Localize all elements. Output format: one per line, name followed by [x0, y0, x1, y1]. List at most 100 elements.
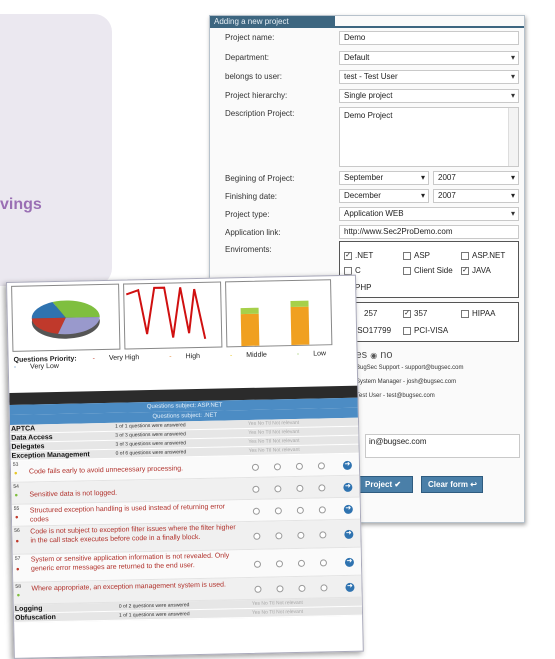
- answer-no-radio[interactable]: [274, 507, 282, 515]
- answer-not-relevant-radio[interactable]: [319, 531, 327, 539]
- answer-no-radio[interactable]: [274, 485, 282, 493]
- standard-label: ISO17799: [355, 326, 392, 335]
- answer-no-radio[interactable]: [273, 463, 282, 471]
- env-label: C: [355, 266, 361, 275]
- label-project-hierarchy: Project hierarchy:: [225, 91, 288, 100]
- project-name-input[interactable]: Demo: [339, 31, 519, 45]
- line-series: [125, 286, 207, 340]
- contact-item[interactable]: Test User - test@bugsec.com: [356, 393, 435, 399]
- env-checkbox-dotnet[interactable]: ✓ .NET: [344, 251, 373, 260]
- go-arrow-icon[interactable]: ➜: [343, 482, 353, 492]
- department-select[interactable]: Default: [339, 51, 519, 65]
- checkbox-checked-icon: ✓: [344, 251, 352, 260]
- env-label: .NET: [355, 251, 374, 260]
- contact-item[interactable]: System Manager - josh@bugsec.com: [356, 379, 456, 385]
- answer-not-relevant-radio[interactable]: [317, 462, 325, 470]
- begin-year-select[interactable]: 2007 ▾: [433, 171, 519, 185]
- finish-year-select[interactable]: 2007 ▾: [433, 189, 519, 203]
- begin-month-value: September: [344, 173, 384, 182]
- question-number: 56: [14, 527, 20, 534]
- answer-yes-radio[interactable]: [252, 507, 260, 515]
- env-label: ASP.NET: [472, 251, 506, 260]
- header-divider: [210, 26, 524, 28]
- standard-checkbox-hipaa[interactable]: HIPAA: [461, 309, 495, 318]
- answer-yes-radio[interactable]: [254, 585, 262, 593]
- env-checkbox-php[interactable]: PHP: [355, 283, 371, 292]
- clear-form-button[interactable]: Clear form ↩: [421, 476, 483, 493]
- env-label: PHP: [355, 283, 372, 292]
- answer-tbd-radio[interactable]: [296, 506, 304, 514]
- finish-month-value: December: [344, 191, 381, 200]
- description-scrollbar[interactable]: [508, 108, 518, 166]
- answer-tbd-radio[interactable]: [296, 484, 304, 492]
- chevron-down-icon: ▾: [510, 191, 515, 200]
- bar-1-cap: [240, 307, 259, 315]
- env-checkbox-aspnet[interactable]: ASP.NET: [461, 251, 505, 260]
- env-checkbox-java[interactable]: ✓ JAVA: [461, 266, 491, 275]
- label-application-link: Application link:: [225, 228, 281, 237]
- user-select[interactable]: test - Test User: [339, 70, 519, 84]
- begin-month-select[interactable]: September ▾: [339, 171, 429, 185]
- answer-not-relevant-radio[interactable]: [318, 506, 326, 514]
- env-checkbox-client-side[interactable]: Client Side: [403, 266, 453, 275]
- answer-not-relevant-radio[interactable]: [320, 584, 328, 592]
- checkmark-icon: ✔: [394, 480, 402, 489]
- project-type-select[interactable]: Application WEB: [339, 207, 519, 221]
- go-arrow-icon[interactable]: ➜: [344, 557, 355, 567]
- description-textarea[interactable]: Demo Project: [339, 107, 519, 167]
- standard-checkbox-pci-visa[interactable]: PCI-VISA: [403, 326, 448, 335]
- standard-checkbox-iso17799[interactable]: ISO17799: [355, 326, 391, 335]
- standards-box: 257 ✓ 357 HIPAA ISO17799 PCI-VISA: [339, 302, 519, 342]
- answer-tbd-radio[interactable]: [297, 559, 306, 567]
- go-arrow-icon[interactable]: ➜: [342, 460, 353, 470]
- contact-item[interactable]: BugSec Support - support@bugsec.com: [356, 365, 463, 371]
- answer-yes-radio[interactable]: [253, 532, 261, 540]
- answer-yes-radio[interactable]: [252, 485, 260, 493]
- email-textarea[interactable]: in@bugsec.com: [365, 434, 520, 458]
- group-name: Data Access: [11, 434, 53, 442]
- answer-no-radio[interactable]: [276, 585, 284, 593]
- add-project-button[interactable]: Project ✔: [358, 476, 413, 493]
- checkbox-icon: [403, 251, 411, 260]
- answer-no-radio[interactable]: [275, 532, 283, 540]
- return-arrow-icon: ↩: [470, 480, 477, 489]
- go-arrow-icon[interactable]: ➜: [344, 529, 354, 539]
- legend-label: Very High: [108, 354, 140, 362]
- answer-tbd-radio[interactable]: [295, 462, 303, 470]
- bar-2-cap: [290, 300, 309, 308]
- label-begin-project: Begining of Project:: [225, 174, 295, 183]
- answer-yes-radio[interactable]: [253, 560, 262, 568]
- standard-checkbox-357[interactable]: ✓ 357: [403, 309, 427, 318]
- legend-item: - High: [169, 352, 201, 361]
- checkbox-icon: [403, 266, 411, 275]
- question-text: Structured exception handling is used in…: [29, 503, 226, 524]
- background-heading: vings: [0, 196, 42, 213]
- finish-month-select[interactable]: December ▾: [339, 189, 429, 203]
- answer-tbd-radio[interactable]: [298, 584, 306, 592]
- answer-not-relevant-radio[interactable]: [318, 484, 326, 492]
- group-name: APTCA: [11, 425, 36, 433]
- env-checkbox-c[interactable]: C: [344, 266, 361, 275]
- question-text: Sensitive data is not logged.: [29, 489, 118, 499]
- standard-label: HIPAA: [472, 309, 496, 318]
- bar-1: [240, 313, 260, 347]
- chevron-down-icon: ▾: [420, 173, 425, 182]
- standard-label: 257: [364, 309, 378, 318]
- application-link-input[interactable]: http://www.Sec2ProDemo.com: [339, 225, 519, 239]
- go-arrow-icon[interactable]: ➜: [343, 504, 353, 514]
- hierarchy-select[interactable]: Single project: [339, 89, 519, 103]
- answer-tbd-radio[interactable]: [297, 531, 305, 539]
- priority-dot-icon: ●: [14, 514, 19, 521]
- standard-checkbox-257[interactable]: 257: [364, 309, 377, 318]
- env-checkbox-asp[interactable]: ASP: [403, 251, 430, 260]
- chevron-down-icon: ▾: [510, 173, 515, 182]
- legend-label: Middle: [246, 351, 267, 359]
- bar-chart-svg: [240, 300, 310, 347]
- legend-label: Low: [313, 350, 327, 358]
- answer-not-relevant-radio[interactable]: [319, 559, 328, 567]
- label-project-type: Project type:: [225, 210, 270, 219]
- go-arrow-icon[interactable]: ➜: [345, 582, 355, 592]
- environments-box: ✓ .NET ASP ASP.NET C Client Side ✓ JAVA PH…: [339, 241, 519, 298]
- answer-yes-radio[interactable]: [251, 463, 260, 471]
- answer-no-radio[interactable]: [275, 560, 284, 568]
